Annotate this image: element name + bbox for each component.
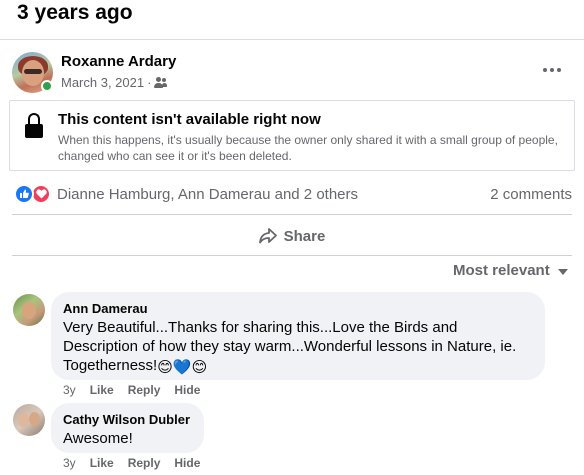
commenter-avatar[interactable]: [13, 294, 45, 326]
divider: [12, 255, 572, 256]
post-meta: March 3, 2021 ·: [61, 75, 168, 90]
comment-text: Very Beautiful...Thanks for sharing this…: [63, 318, 533, 377]
smiling-face-emoji: 😊: [191, 359, 208, 376]
sort-label: Most relevant: [453, 262, 550, 279]
hide-button[interactable]: Hide: [174, 383, 200, 397]
divider: [0, 39, 584, 40]
love-icon: [31, 184, 51, 204]
memory-title: 3 years ago: [17, 1, 133, 24]
smiling-face-emoji: 😊: [157, 359, 173, 376]
comment-age[interactable]: 3y: [63, 383, 76, 397]
reply-button[interactable]: Reply: [128, 456, 161, 470]
post-author-name[interactable]: Roxanne Ardary: [61, 53, 176, 70]
comments-count-link[interactable]: 2 comments: [490, 186, 572, 203]
blue-heart-emoji: 💙: [172, 359, 192, 376]
comment-bubble: Cathy Wilson Dubler Awesome!: [51, 403, 204, 453]
comment-sort-dropdown[interactable]: Most relevant: [453, 262, 568, 279]
comment-actions: 3y Like Reply Hide: [63, 456, 200, 470]
unavailable-message: When this happens, it's usually because …: [58, 133, 558, 163]
more-horizontal-icon: [543, 68, 547, 72]
friends-icon[interactable]: [154, 76, 168, 89]
reactions-summary: Dianne Hamburg, Ann Damerau and 2 others…: [14, 184, 572, 206]
divider: [12, 214, 572, 215]
avatar-glasses: [24, 69, 42, 74]
unavailable-content-box: This content isn't available right now W…: [9, 100, 575, 171]
commenter-avatar[interactable]: [13, 404, 45, 436]
share-button[interactable]: Share: [12, 221, 572, 251]
more-options-button[interactable]: [540, 60, 564, 80]
share-label: Share: [283, 227, 326, 245]
comment-body: Very Beautiful...Thanks for sharing this…: [63, 319, 517, 374]
like-button[interactable]: Like: [90, 383, 114, 397]
hide-button[interactable]: Hide: [174, 456, 200, 470]
meta-separator: ·: [147, 75, 152, 90]
comment-text: Awesome!: [63, 430, 133, 447]
reaction-names-link[interactable]: Dianne Hamburg, Ann Damerau and 2 others: [57, 186, 358, 203]
like-icon: [14, 184, 34, 204]
comment-age[interactable]: 3y: [63, 456, 76, 470]
lock-icon: [25, 113, 43, 139]
commenter-name[interactable]: Ann Damerau: [63, 300, 533, 317]
comment-actions: 3y Like Reply Hide: [63, 383, 200, 397]
unavailable-title: This content isn't available right now: [58, 111, 321, 128]
like-button[interactable]: Like: [90, 456, 114, 470]
comment-bubble: Ann Damerau Very Beautiful...Thanks for …: [51, 292, 545, 380]
reply-button[interactable]: Reply: [128, 383, 161, 397]
commenter-name[interactable]: Cathy Wilson Dubler: [63, 411, 192, 428]
post-date[interactable]: March 3, 2021: [61, 75, 144, 90]
chevron-down-icon: [557, 268, 568, 275]
reaction-icons[interactable]: [14, 184, 52, 204]
online-status-dot: [41, 80, 53, 92]
share-icon: [258, 228, 277, 244]
